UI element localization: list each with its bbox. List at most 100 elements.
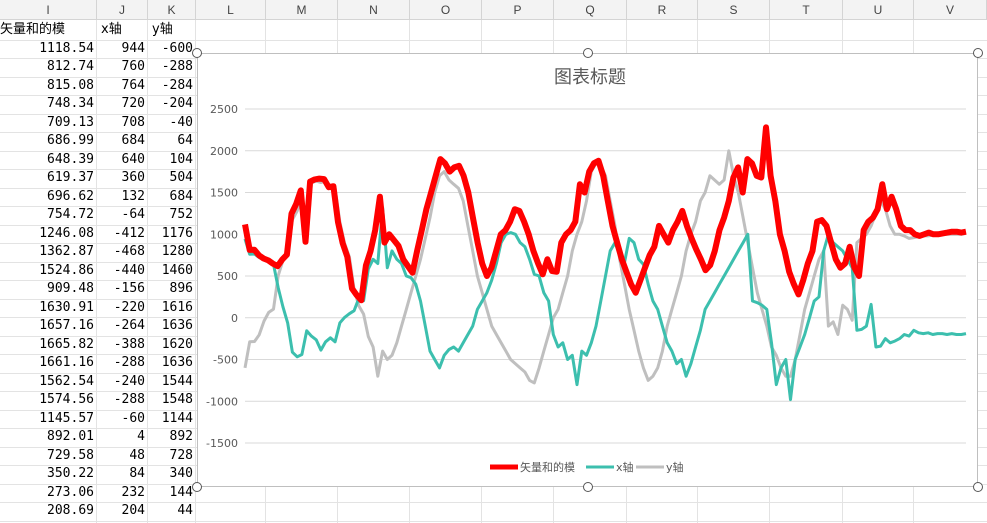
data-cell[interactable]: 1118.54 bbox=[0, 40, 97, 58]
data-cell[interactable]: 1544 bbox=[148, 373, 196, 391]
column-header-U[interactable]: U bbox=[843, 0, 914, 20]
line-chart[interactable]: 图表标题 2500 2000 1500 1000 500 0 -500 -1000 -1500 … bbox=[197, 53, 978, 487]
data-cell[interactable]: 4 bbox=[97, 428, 148, 446]
data-cell[interactable]: 708 bbox=[97, 114, 148, 132]
data-cell[interactable]: 1636 bbox=[148, 317, 196, 335]
column-header-N[interactable]: N bbox=[338, 0, 410, 20]
data-cell[interactable]: 684 bbox=[148, 188, 196, 206]
data-cell[interactable]: -40 bbox=[148, 114, 196, 132]
data-cell[interactable]: -468 bbox=[97, 243, 148, 261]
data-cell[interactable]: 350.22 bbox=[0, 465, 97, 483]
data-cell[interactable]: 204 bbox=[97, 502, 148, 520]
data-cell[interactable]: 1665.82 bbox=[0, 336, 97, 354]
column-header-Q[interactable]: Q bbox=[554, 0, 627, 20]
data-cell[interactable]: 1246.08 bbox=[0, 225, 97, 243]
data-cell[interactable]: -156 bbox=[97, 280, 148, 298]
data-cell[interactable]: 273.06 bbox=[0, 484, 97, 502]
data-cell[interactable]: 1562.54 bbox=[0, 373, 97, 391]
data-cell[interactable]: 909.48 bbox=[0, 280, 97, 298]
data-cell[interactable]: 815.08 bbox=[0, 77, 97, 95]
data-cell[interactable]: 944 bbox=[97, 40, 148, 58]
data-cell[interactable]: 684 bbox=[97, 132, 148, 150]
data-cell[interactable]: 1620 bbox=[148, 336, 196, 354]
data-cell[interactable]: 748.34 bbox=[0, 95, 97, 113]
data-cell[interactable]: 752 bbox=[148, 206, 196, 224]
data-cell[interactable]: 504 bbox=[148, 169, 196, 187]
data-cell[interactable]: -440 bbox=[97, 262, 148, 280]
data-cell[interactable]: 1574.56 bbox=[0, 391, 97, 409]
data-cell[interactable]: 1616 bbox=[148, 299, 196, 317]
header-cell[interactable]: 矢量和的模 bbox=[0, 21, 97, 39]
data-cell[interactable]: 728 bbox=[148, 447, 196, 465]
data-cell[interactable]: 648.39 bbox=[0, 151, 97, 169]
data-cell[interactable]: 1460 bbox=[148, 262, 196, 280]
data-cell[interactable]: 104 bbox=[148, 151, 196, 169]
data-cell[interactable]: 760 bbox=[97, 58, 148, 76]
resize-handle-top[interactable] bbox=[583, 48, 593, 58]
data-cell[interactable]: 84 bbox=[97, 465, 148, 483]
data-cell[interactable]: 132 bbox=[97, 188, 148, 206]
data-cell[interactable]: -240 bbox=[97, 373, 148, 391]
data-cell[interactable]: -284 bbox=[148, 77, 196, 95]
resize-handle-bottom[interactable] bbox=[583, 482, 593, 492]
data-cell[interactable]: 812.74 bbox=[0, 58, 97, 76]
resize-handle-bottom-right[interactable] bbox=[973, 482, 983, 492]
data-cell[interactable]: 686.99 bbox=[0, 132, 97, 150]
column-header-S[interactable]: S bbox=[698, 0, 770, 20]
data-cell[interactable]: 1362.87 bbox=[0, 243, 97, 261]
data-cell[interactable]: 44 bbox=[148, 502, 196, 520]
data-cell[interactable]: 360 bbox=[97, 169, 148, 187]
header-cell[interactable]: y轴 bbox=[148, 21, 196, 39]
data-cell[interactable]: -412 bbox=[97, 225, 148, 243]
data-cell[interactable]: 696.62 bbox=[0, 188, 97, 206]
data-cell[interactable]: -288 bbox=[148, 58, 196, 76]
data-cell[interactable]: -388 bbox=[97, 336, 148, 354]
data-cell[interactable]: 48 bbox=[97, 447, 148, 465]
column-header-P[interactable]: P bbox=[482, 0, 554, 20]
data-cell[interactable]: 1548 bbox=[148, 391, 196, 409]
series-line-1[interactable] bbox=[243, 206, 967, 402]
column-header-M[interactable]: M bbox=[266, 0, 338, 20]
data-cell[interactable]: 754.72 bbox=[0, 206, 97, 224]
data-cell[interactable]: 764 bbox=[97, 77, 148, 95]
column-header-I[interactable]: I bbox=[0, 0, 97, 20]
data-cell[interactable]: 729.58 bbox=[0, 447, 97, 465]
data-cell[interactable]: -204 bbox=[148, 95, 196, 113]
data-cell[interactable]: -600 bbox=[148, 40, 196, 58]
data-cell[interactable]: 232 bbox=[97, 484, 148, 502]
data-cell[interactable]: -264 bbox=[97, 317, 148, 335]
column-header-O[interactable]: O bbox=[410, 0, 482, 20]
data-cell[interactable]: 720 bbox=[97, 95, 148, 113]
data-cell[interactable]: 144 bbox=[148, 484, 196, 502]
data-cell[interactable]: 1145.57 bbox=[0, 410, 97, 428]
data-cell[interactable]: 892.01 bbox=[0, 428, 97, 446]
resize-handle-top-right[interactable] bbox=[973, 48, 983, 58]
data-cell[interactable]: 1144 bbox=[148, 410, 196, 428]
column-header-T[interactable]: T bbox=[770, 0, 843, 20]
data-cell[interactable]: 1524.86 bbox=[0, 262, 97, 280]
data-cell[interactable]: 892 bbox=[148, 428, 196, 446]
data-cell[interactable]: -288 bbox=[97, 354, 148, 372]
resize-handle-bottom-left[interactable] bbox=[192, 482, 202, 492]
data-cell[interactable]: 208.69 bbox=[0, 502, 97, 520]
data-cell[interactable]: 1636 bbox=[148, 354, 196, 372]
resize-handle-top-left[interactable] bbox=[192, 48, 202, 58]
data-cell[interactable]: -60 bbox=[97, 410, 148, 428]
column-header-K[interactable]: K bbox=[148, 0, 196, 20]
data-cell[interactable]: 64 bbox=[148, 132, 196, 150]
data-cell[interactable]: 709.13 bbox=[0, 114, 97, 132]
column-header-J[interactable]: J bbox=[97, 0, 148, 20]
column-header-L[interactable]: L bbox=[196, 0, 266, 20]
data-cell[interactable]: -220 bbox=[97, 299, 148, 317]
column-header-V[interactable]: V bbox=[914, 0, 987, 20]
data-cell[interactable]: 896 bbox=[148, 280, 196, 298]
data-cell[interactable]: 1661.16 bbox=[0, 354, 97, 372]
data-cell[interactable]: 1657.16 bbox=[0, 317, 97, 335]
data-cell[interactable]: 640 bbox=[97, 151, 148, 169]
data-cell[interactable]: -64 bbox=[97, 206, 148, 224]
data-cell[interactable]: 340 bbox=[148, 465, 196, 483]
data-cell[interactable]: -288 bbox=[97, 391, 148, 409]
column-header-R[interactable]: R bbox=[627, 0, 698, 20]
data-cell[interactable]: 619.37 bbox=[0, 169, 97, 187]
data-cell[interactable]: 1630.91 bbox=[0, 299, 97, 317]
